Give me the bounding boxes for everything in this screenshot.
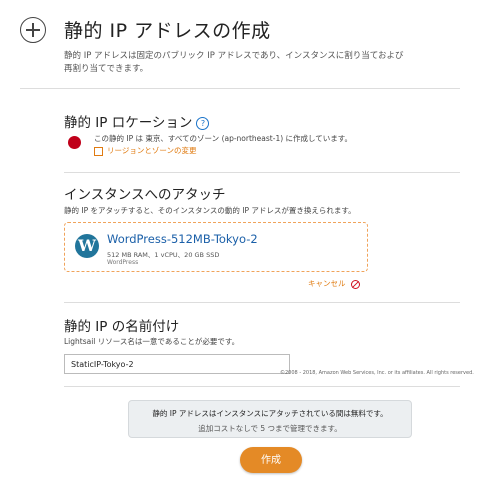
add-circle-icon xyxy=(20,17,46,43)
cancel-icon xyxy=(350,279,360,289)
static-ip-name-input[interactable] xyxy=(64,354,290,374)
change-region-link[interactable]: リージョンとゾーンの変更 xyxy=(94,145,196,156)
cancel-attach-button[interactable]: キャンセル xyxy=(308,278,360,289)
create-button[interactable]: 作成 xyxy=(240,447,302,473)
help-icon[interactable]: ? xyxy=(196,116,210,130)
location-heading-label: 静的 IP ロケーション xyxy=(64,115,193,131)
cancel-label: キャンセル xyxy=(308,279,346,288)
location-text: この静的 IP は 東京、すべてのゾーン (ap-northeast-1) に作… xyxy=(94,134,353,143)
page-description: 静的 IP アドレスは固定のパブリック IP アドレスであり、インスタンスに割り… xyxy=(64,51,404,74)
edit-icon xyxy=(94,146,103,156)
wordpress-logo-icon: W xyxy=(75,234,99,258)
change-region-label: リージョンとゾーンの変更 xyxy=(107,146,197,155)
divider xyxy=(20,88,460,89)
attach-description: 静的 IP をアタッチすると、そのインスタンスの動的 IP アドレスが置き換えら… xyxy=(64,206,356,215)
divider xyxy=(64,172,460,173)
instance-specs: 512 MB RAM、1 vCPU、20 GB SSD xyxy=(107,251,220,259)
pricing-notice: 静的 IP アドレスはインスタンスにアタッチされている間は無料です。 追加コスト… xyxy=(128,400,412,438)
instance-blueprint: WordPress xyxy=(107,259,139,266)
divider xyxy=(64,302,460,303)
pricing-notice-line1: 静的 IP アドレスはインスタンスにアタッチされている間は無料です。 xyxy=(152,409,388,418)
naming-heading: 静的 IP の名前付け xyxy=(64,319,180,335)
location-heading: 静的 IP ロケーション? xyxy=(64,111,210,131)
naming-description: Lightsail リソース名は一意であることが必要です。 xyxy=(64,337,240,346)
instance-name: WordPress-512MB-Tokyo-2 xyxy=(107,232,258,246)
divider xyxy=(64,386,460,387)
instance-card[interactable]: W WordPress-512MB-Tokyo-2 512 MB RAM、1 v… xyxy=(64,222,368,272)
page-title: 静的 IP アドレスの作成 xyxy=(64,20,271,42)
attach-heading: インスタンスへのアタッチ xyxy=(64,187,226,203)
copyright-text: ©2008 - 2018, Amazon Web Services, Inc. … xyxy=(280,370,474,376)
japan-flag-icon xyxy=(68,136,81,149)
pricing-notice-line2: 追加コストなしで 5 つまで管理できます。 xyxy=(198,424,342,433)
